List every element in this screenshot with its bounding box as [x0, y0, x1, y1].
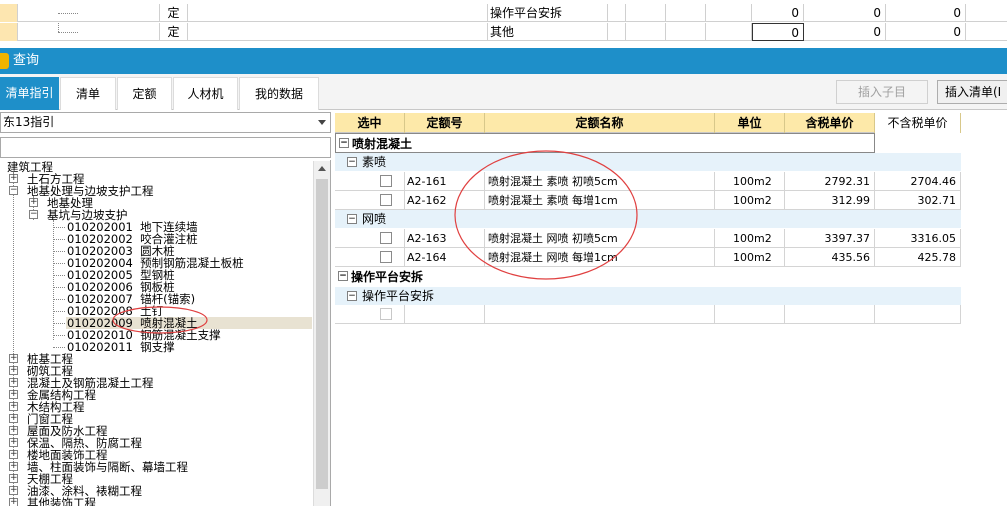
expand-icon[interactable]: +: [9, 450, 18, 459]
tree-node[interactable]: 其他装饰工程: [27, 497, 96, 506]
tab-quota[interactable]: 定额: [117, 77, 172, 110]
annotation-ellipse: [454, 150, 638, 280]
expand-icon[interactable]: +: [9, 390, 18, 399]
guide-select-value: 东13指引: [3, 115, 55, 129]
type-cell: 定: [160, 4, 188, 22]
expand-icon[interactable]: +: [9, 498, 18, 506]
top-grid: 定 操作平台安拆 0 0 0 定 其他 0 0 0: [0, 0, 1007, 42]
collapse-icon[interactable]: −: [9, 186, 18, 195]
expand-icon[interactable]: +: [9, 174, 18, 183]
cell-price-tax: 435.56: [785, 248, 875, 267]
expand-icon[interactable]: +: [9, 474, 18, 483]
subgroup-row[interactable]: − 素喷: [335, 153, 961, 171]
collapse-icon[interactable]: −: [347, 157, 357, 167]
value-cell[interactable]: 0: [804, 23, 886, 41]
tree-cell: [18, 23, 160, 41]
tab-my-data[interactable]: 我的数据: [239, 77, 319, 110]
tree-cell: [18, 4, 160, 22]
expand-icon[interactable]: +: [9, 354, 18, 363]
collapse-icon[interactable]: −: [339, 138, 349, 148]
cell-price-tax: 3397.37: [785, 229, 875, 248]
tab-list-guide[interactable]: 清单指引: [0, 77, 59, 110]
grid-header: 选中 定额号 定额名称 单位 含税单价 不含税单价: [335, 113, 961, 133]
header-code: 定额号: [405, 113, 485, 133]
table-row[interactable]: A2-161 喷射混凝土 素喷 初喷5cm 100m2 2792.31 2704…: [335, 172, 961, 191]
tree-scrollbar[interactable]: [313, 161, 330, 506]
row-checkbox[interactable]: [380, 194, 392, 206]
row-checkbox[interactable]: [380, 232, 392, 244]
cell-unit: 100m2: [715, 191, 785, 210]
value-cell[interactable]: 0: [886, 4, 966, 22]
expand-icon[interactable]: +: [9, 426, 18, 435]
query-title: 查询: [13, 53, 40, 68]
row-checkbox[interactable]: [380, 251, 392, 263]
tab-labor-material[interactable]: 人材机: [173, 77, 238, 110]
cell-price-notax: 3316.05: [875, 229, 961, 248]
query-icon: [0, 53, 9, 69]
collapse-icon[interactable]: −: [29, 210, 38, 219]
value-cell[interactable]: 0: [752, 23, 804, 41]
header-unit: 单位: [715, 113, 785, 133]
cell-price-tax: 2792.31: [785, 172, 875, 191]
expand-icon[interactable]: +: [9, 366, 18, 375]
header-name: 定额名称: [485, 113, 715, 133]
filter-input[interactable]: [0, 137, 331, 158]
table-row[interactable]: [335, 305, 961, 324]
table-row[interactable]: A2-162 喷射混凝土 素喷 每增1cm 100m2 312.99 302.7…: [335, 191, 961, 210]
tab-list[interactable]: 清单: [60, 77, 116, 110]
cell-price-tax: 312.99: [785, 191, 875, 210]
header-price-notax: 不含税单价: [875, 113, 961, 133]
expand-icon[interactable]: +: [9, 414, 18, 423]
expand-icon[interactable]: +: [9, 462, 18, 471]
collapse-icon[interactable]: −: [338, 271, 348, 281]
expand-icon[interactable]: +: [9, 438, 18, 447]
cell-unit: 100m2: [715, 248, 785, 267]
subgroup-row[interactable]: − 网喷: [335, 210, 961, 228]
expand-icon[interactable]: +: [9, 486, 18, 495]
annotation-ellipse: [112, 306, 208, 334]
guide-select[interactable]: 东13指引: [0, 112, 331, 133]
insert-list-button[interactable]: 插入清单(I: [937, 80, 1007, 104]
collapse-icon[interactable]: −: [347, 291, 357, 301]
expand-icon[interactable]: +: [29, 198, 38, 207]
expand-icon[interactable]: +: [9, 402, 18, 411]
cell-price-notax: 302.71: [875, 191, 961, 210]
quota-grid: 选中 定额号 定额名称 单位 含税单价 不含税单价 − 喷射混凝土 − 素喷 A…: [335, 113, 1007, 506]
chevron-down-icon: [318, 120, 326, 125]
name-cell: 操作平台安拆: [488, 4, 608, 22]
tree-leaf[interactable]: 010202011 钢支撑: [67, 341, 175, 353]
insert-child-button[interactable]: 插入子目: [836, 80, 928, 104]
row-marker: [0, 23, 18, 41]
cell-price-notax: 425.78: [875, 248, 961, 267]
cell-unit: 100m2: [715, 229, 785, 248]
expand-icon[interactable]: +: [9, 378, 18, 387]
desc-cell: [188, 4, 488, 22]
top-grid-row[interactable]: 定 其他 0 0 0: [0, 23, 1007, 41]
header-select: 选中: [335, 113, 405, 133]
query-title-bar: 查询: [0, 48, 1007, 74]
collapse-icon[interactable]: −: [347, 214, 357, 224]
subgroup-row[interactable]: − 操作平台安拆: [335, 287, 961, 305]
row-checkbox[interactable]: [380, 308, 392, 320]
scroll-up-icon[interactable]: [318, 166, 326, 171]
row-checkbox[interactable]: [380, 175, 392, 187]
top-grid-row[interactable]: 定 操作平台安拆 0 0 0: [0, 4, 1007, 22]
header-price-tax: 含税单价: [785, 113, 875, 133]
row-marker: [0, 4, 18, 22]
name-cell: 其他: [488, 23, 608, 41]
scrollbar-thumb[interactable]: [316, 179, 328, 489]
cell-price-notax: 2704.46: [875, 172, 961, 191]
table-row[interactable]: A2-163 喷射混凝土 网喷 初喷5cm 100m2 3397.37 3316…: [335, 229, 961, 248]
value-cell[interactable]: 0: [886, 23, 966, 41]
type-cell: 定: [160, 23, 188, 41]
value-cell[interactable]: 0: [752, 4, 804, 22]
cell-unit: 100m2: [715, 172, 785, 191]
value-cell[interactable]: 0: [804, 4, 886, 22]
desc-cell: [188, 23, 488, 41]
table-row[interactable]: A2-164 喷射混凝土 网喷 每增1cm 100m2 435.56 425.7…: [335, 248, 961, 267]
